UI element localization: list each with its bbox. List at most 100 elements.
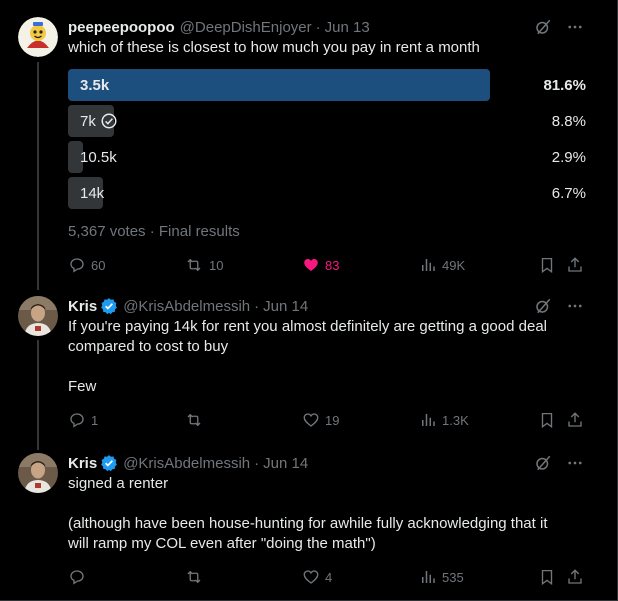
reply-count: 60 (91, 257, 106, 273)
more-options-icon[interactable] (566, 18, 584, 36)
poll-option-label: 14k (80, 184, 105, 202)
bookmark-icon (541, 569, 553, 586)
poll-option-label: 3.5k (80, 76, 110, 94)
user-handle[interactable]: @KrisAbdelmessih (123, 298, 250, 315)
poll-option: 10.5k 2.9% (68, 141, 586, 173)
like-button[interactable]: 4 (302, 567, 332, 587)
share-button[interactable] (566, 567, 584, 587)
avatar[interactable] (18, 296, 58, 336)
poll-option-label: 7k (80, 105, 118, 137)
tweet-actions: 4 535 (68, 567, 588, 587)
grok-icon[interactable] (534, 297, 552, 315)
verified-badge-icon (100, 297, 118, 315)
photo-avatar-icon (18, 453, 58, 493)
poll-bar-fill (68, 69, 490, 101)
like-count: 4 (325, 569, 333, 585)
tweet-text: signed a renter (although have been hous… (68, 475, 548, 552)
display-name[interactable]: Kris (68, 455, 97, 472)
reply-count: 1 (91, 412, 99, 428)
views-button[interactable]: 535 (419, 567, 464, 587)
poll-option-percent: 2.9% (551, 148, 586, 166)
header-actions (534, 453, 584, 473)
tweet-text: If you're paying 14k for rent you almost… (68, 318, 547, 395)
poll-option-label: 10.5k (80, 148, 117, 166)
avatar[interactable] (18, 453, 58, 493)
retweet-icon (187, 570, 201, 584)
display-name[interactable]: Kris (68, 298, 97, 315)
poll-option: 7k 8.8% (68, 105, 586, 137)
view-count: 1.3K (442, 412, 469, 428)
tweet[interactable]: peepeepoopoo @DeepDishEnjoyer · Jun 13 w… (0, 17, 604, 287)
poll-option: 14k 6.7% (68, 177, 586, 209)
retweet-icon (187, 258, 201, 272)
heart-icon (303, 413, 319, 427)
views-icon (422, 414, 435, 426)
separator-dot: · (315, 18, 321, 36)
tweet[interactable]: Kris @KrisAbdelmessih · Jun 14 If you're… (0, 296, 604, 436)
display-name[interactable]: peepeepoopoo (68, 19, 175, 36)
share-icon (568, 412, 582, 427)
views-icon (422, 571, 435, 583)
tweet-date[interactable]: Jun 14 (263, 298, 308, 315)
like-count: 19 (325, 412, 340, 428)
tweet[interactable]: Kris @KrisAbdelmessih · Jun 14 signed a … (0, 453, 604, 593)
verified-badge-icon (100, 454, 118, 472)
share-button[interactable] (566, 410, 584, 430)
heart-filled-icon (304, 259, 318, 271)
bookmark-icon (541, 412, 553, 429)
views-button[interactable]: 1.3K (419, 410, 469, 430)
avatar[interactable] (18, 17, 58, 57)
reply-icon (70, 570, 84, 585)
tweet-text: which of these is closest to how much yo… (68, 39, 480, 56)
tweet-actions: 60 10 83 49K (68, 255, 588, 275)
voted-check-icon (100, 112, 118, 130)
bookmark-button[interactable] (538, 255, 556, 275)
share-icon (568, 257, 582, 272)
bookmark-button[interactable] (538, 410, 556, 430)
grok-icon[interactable] (534, 454, 552, 472)
reply-button[interactable]: 1 (68, 410, 98, 430)
tweet-date[interactable]: Jun 13 (325, 19, 370, 36)
grok-icon[interactable] (534, 18, 552, 36)
tweet-header: Kris @KrisAbdelmessih · Jun 14 (68, 453, 584, 473)
view-count: 535 (442, 569, 464, 585)
separator-dot: · (254, 297, 260, 315)
like-count: 83 (325, 257, 340, 273)
views-icon (422, 259, 435, 271)
separator-dot: · (254, 454, 260, 472)
header-actions (534, 17, 584, 37)
user-handle[interactable]: @KrisAbdelmessih (123, 455, 250, 472)
reply-button[interactable]: 60 (68, 255, 105, 275)
reply-icon (70, 258, 84, 273)
poll-option-percent: 6.7% (551, 184, 586, 202)
view-count: 49K (442, 257, 466, 273)
tweet-actions: 1 19 1.3K (68, 410, 588, 430)
header-actions (534, 296, 584, 316)
more-options-icon[interactable] (566, 454, 584, 472)
poll-option-percent: 81.6% (543, 76, 586, 94)
tweet-header: peepeepoopoo @DeepDishEnjoyer · Jun 13 (68, 17, 584, 37)
like-button[interactable]: 19 (302, 410, 339, 430)
more-options-icon[interactable] (566, 297, 584, 315)
share-icon (568, 569, 582, 584)
retweet-button[interactable]: 10 (184, 255, 223, 275)
tweet-header: Kris @KrisAbdelmessih · Jun 14 (68, 296, 584, 316)
tweet-date[interactable]: Jun 14 (263, 455, 308, 472)
like-button[interactable]: 83 (302, 255, 339, 275)
cartoon-avatar-icon (18, 17, 58, 57)
user-handle[interactable]: @DeepDishEnjoyer (180, 19, 312, 36)
thread-view: peepeepoopoo @DeepDishEnjoyer · Jun 13 w… (0, 0, 618, 601)
bookmark-button[interactable] (538, 567, 556, 587)
retweet-icon (187, 413, 201, 427)
poll-results-summary: 5,367 votes · Final results (68, 223, 240, 240)
retweet-button[interactable] (184, 567, 209, 587)
reply-icon (70, 413, 84, 428)
heart-icon (303, 570, 319, 584)
retweet-button[interactable] (184, 410, 209, 430)
bookmark-icon (541, 257, 553, 274)
poll-option-percent: 8.8% (551, 112, 586, 130)
poll-option: 3.5k 81.6% (68, 69, 586, 101)
reply-button[interactable] (68, 567, 91, 587)
share-button[interactable] (566, 255, 584, 275)
views-button[interactable]: 49K (419, 255, 465, 275)
